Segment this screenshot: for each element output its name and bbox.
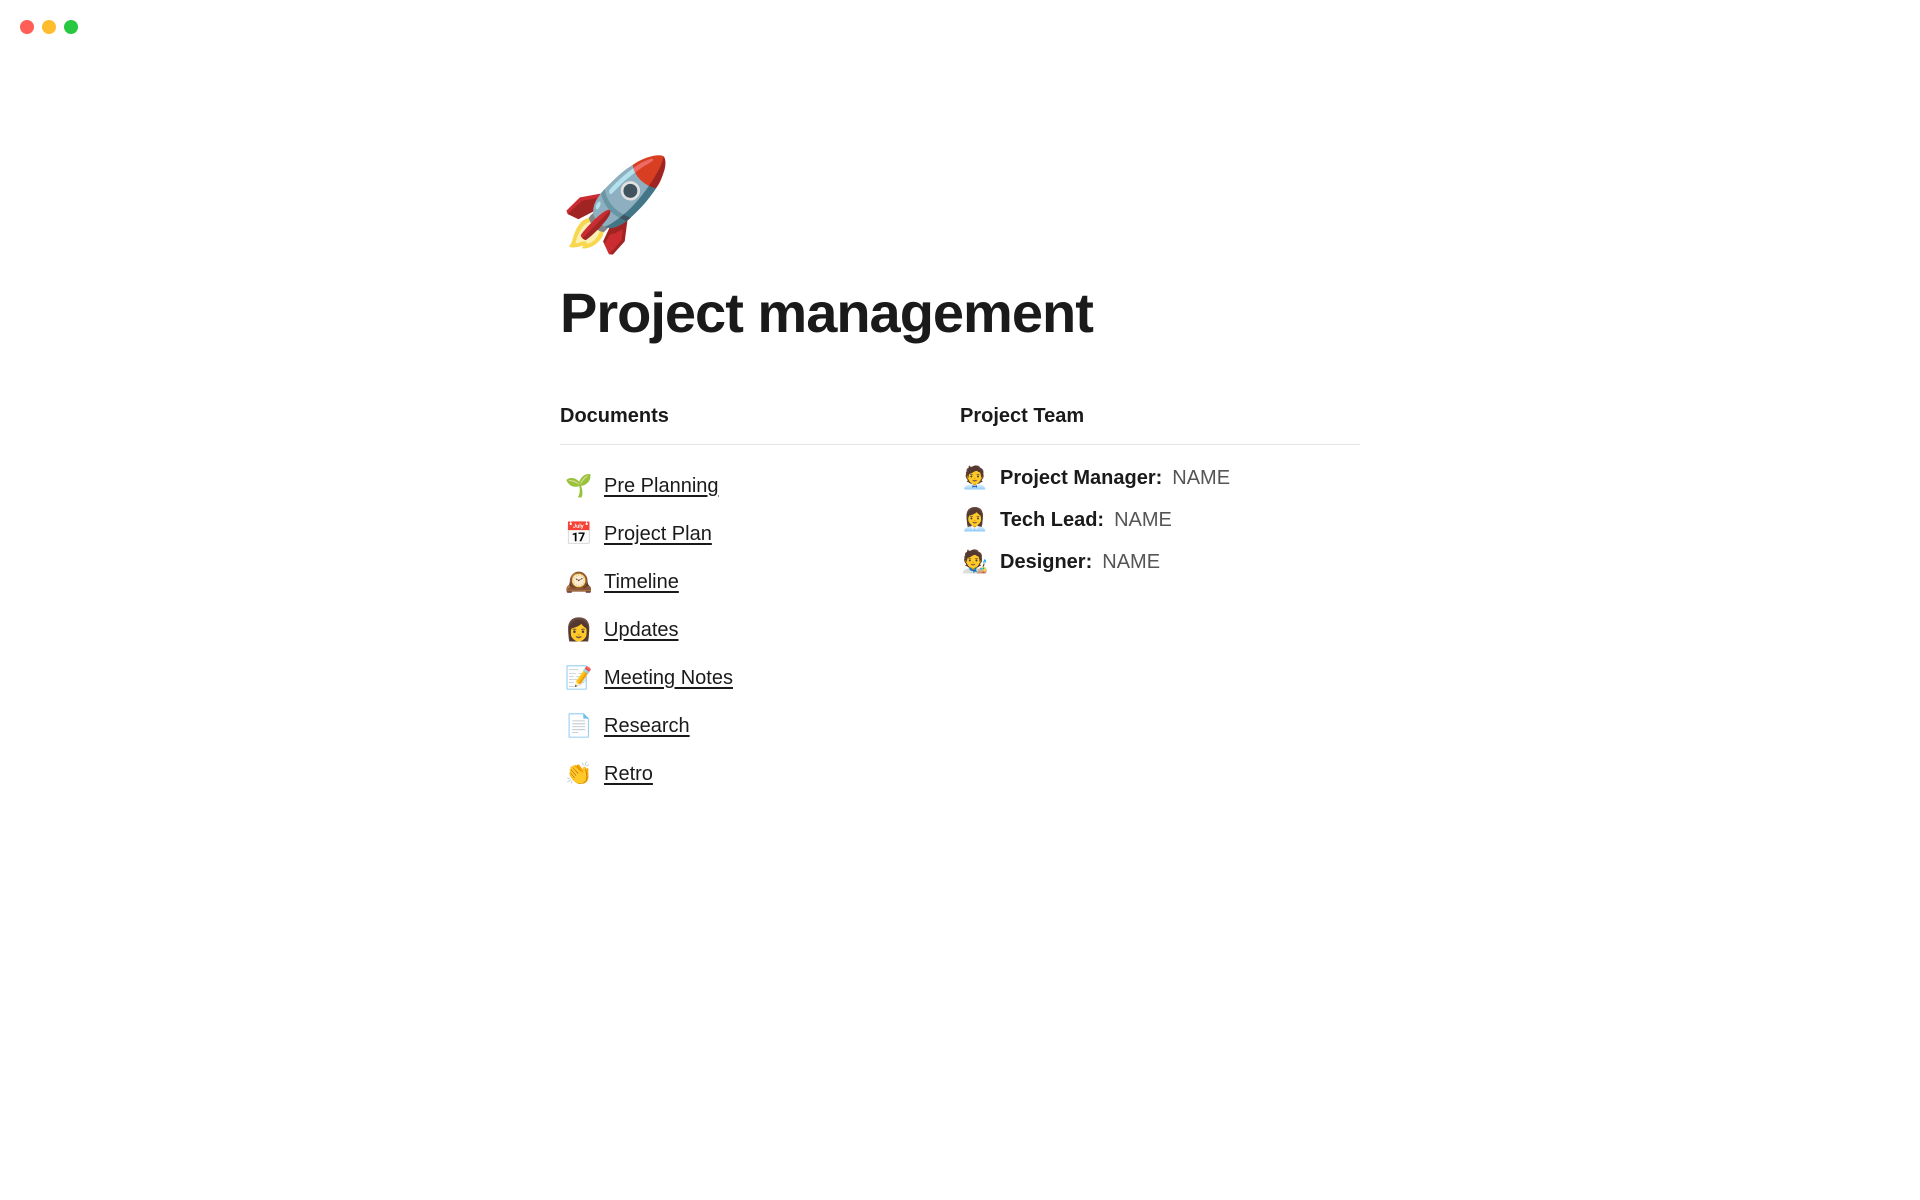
doc-item-label: Meeting Notes xyxy=(604,667,733,690)
doc-item-label: Timeline xyxy=(604,571,679,594)
team-item-emoji: 🧑‍💼 xyxy=(960,465,990,491)
doc-item-emoji: 📄 xyxy=(564,713,594,739)
project-team-column: Project Team 🧑‍💼Project Manager: NAME👩‍💼… xyxy=(960,405,1360,795)
documents-heading: Documents xyxy=(560,405,960,428)
documents-column: Documents 🌱 Pre Planning 📅 Project Plan 🕰️ Ti… xyxy=(560,405,960,795)
doc-item-label: Research xyxy=(604,715,690,738)
minimize-button[interactable] xyxy=(42,20,56,34)
team-divider xyxy=(960,444,1360,445)
team-list-item: 👩‍💼 Tech Lead: NAME xyxy=(960,507,1360,533)
doc-list-item[interactable]: 📝 Meeting Notes xyxy=(560,657,960,699)
team-item-emoji: 🧑‍🎨 xyxy=(960,549,990,575)
documents-divider xyxy=(560,444,960,445)
team-list-item: 🧑‍💼 Project Manager: NAME xyxy=(960,465,1360,491)
doc-list-item[interactable]: 🌱 Pre Planning xyxy=(560,465,960,507)
team-item-name: NAME xyxy=(1172,467,1230,490)
team-item-role: Project Manager: xyxy=(1000,467,1162,490)
team-item-role: Designer: xyxy=(1000,551,1092,574)
doc-list-item[interactable]: 👏 Retro xyxy=(560,753,960,795)
maximize-button[interactable] xyxy=(64,20,78,34)
doc-item-emoji: 🕰️ xyxy=(564,569,594,595)
doc-list-item[interactable]: 📅 Project Plan xyxy=(560,513,960,555)
doc-item-label: Project Plan xyxy=(604,523,712,546)
team-item-role: Tech Lead: xyxy=(1000,509,1104,532)
doc-item-label: Updates xyxy=(604,619,679,642)
page-title: Project management xyxy=(560,280,1360,345)
traffic-lights xyxy=(20,20,78,34)
team-list-item: 🧑‍🎨 Designer: NAME xyxy=(960,549,1360,575)
doc-item-emoji: 🌱 xyxy=(564,473,594,499)
team-item-name: NAME xyxy=(1114,509,1172,532)
columns-container: Documents 🌱 Pre Planning 📅 Project Plan 🕰️ Ti… xyxy=(560,405,1360,795)
doc-item-emoji: 👏 xyxy=(564,761,594,787)
page-icon: 🚀 xyxy=(560,160,1360,250)
doc-list-item[interactable]: 📄 Research xyxy=(560,705,960,747)
close-button[interactable] xyxy=(20,20,34,34)
doc-item-label: Pre Planning xyxy=(604,475,719,498)
documents-list: 🌱 Pre Planning 📅 Project Plan 🕰️ Timeline 👩 Upd… xyxy=(560,465,960,795)
doc-item-label: Retro xyxy=(604,763,653,786)
doc-list-item[interactable]: 🕰️ Timeline xyxy=(560,561,960,603)
page-content: 🚀 Project management Documents 🌱 Pre Plan… xyxy=(360,0,1560,875)
doc-item-emoji: 👩 xyxy=(564,617,594,643)
project-team-heading: Project Team xyxy=(960,405,1360,428)
team-list: 🧑‍💼 Project Manager: NAME 👩‍💼 Tech Lead: NA… xyxy=(960,465,1360,575)
doc-item-emoji: 📅 xyxy=(564,521,594,547)
doc-list-item[interactable]: 👩 Updates xyxy=(560,609,960,651)
doc-item-emoji: 📝 xyxy=(564,665,594,691)
team-item-emoji: 👩‍💼 xyxy=(960,507,990,533)
team-item-name: NAME xyxy=(1102,551,1160,574)
